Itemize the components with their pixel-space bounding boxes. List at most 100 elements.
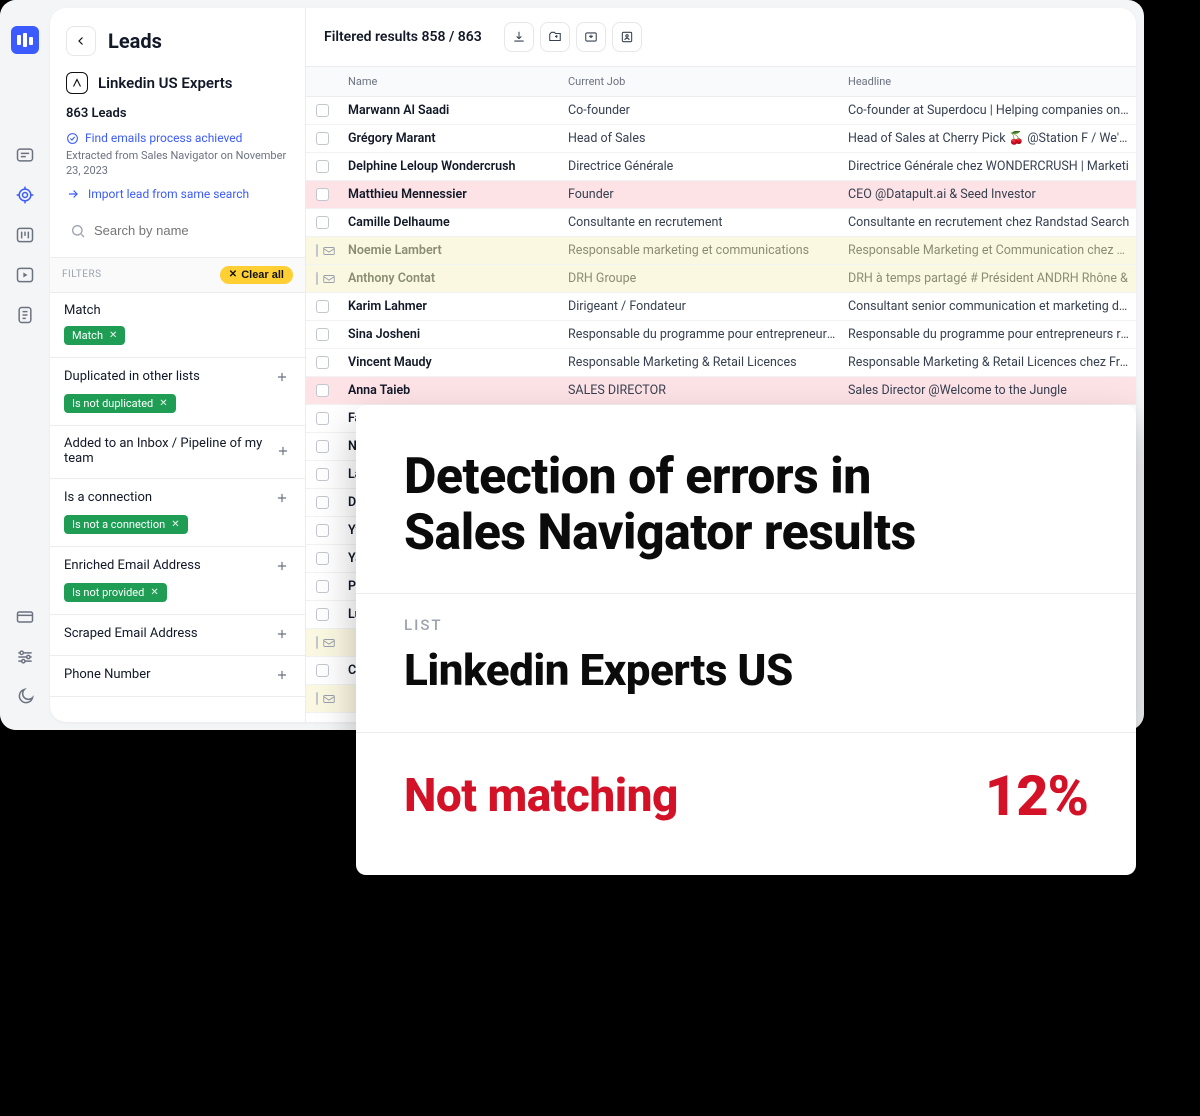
row-checkbox[interactable]: [316, 300, 329, 313]
chip-remove-icon[interactable]: ✕: [150, 587, 158, 598]
row-checkbox[interactable]: [316, 496, 329, 509]
add-filter-icon[interactable]: [273, 489, 291, 507]
import-link[interactable]: Import lead from same search: [50, 187, 305, 213]
cell-headline: CEO @Datapult.ai & Seed Investor: [842, 187, 1136, 202]
move-button[interactable]: [540, 22, 570, 52]
table-row[interactable]: Marwann Al SaadiCo-founderCo-founder at …: [306, 97, 1136, 125]
row-checkbox[interactable]: [316, 188, 329, 201]
envelope-icon: [322, 244, 336, 258]
cell-name: Karim Lahmer: [342, 299, 562, 314]
settings-icon[interactable]: [14, 646, 36, 668]
cell-job: Founder: [562, 187, 842, 202]
row-checkbox[interactable]: [316, 328, 329, 341]
cell-headline: Responsable Marketing et Communication c…: [842, 243, 1136, 258]
overlay-title: Detection of errors in Sales Navigator r…: [404, 449, 1088, 561]
table-row[interactable]: Anthony ContatDRH GroupeDRH à temps part…: [306, 265, 1136, 293]
table-row[interactable]: Grégory MarantHead of SalesHead of Sales…: [306, 125, 1136, 153]
play-icon[interactable]: [14, 264, 36, 286]
cell-name: Camille Delhaume: [342, 215, 562, 230]
add-filter-icon[interactable]: [273, 368, 291, 386]
cell-job: Dirigeant / Fondateur: [562, 299, 842, 314]
back-button[interactable]: [66, 26, 96, 56]
enrich-button[interactable]: [612, 22, 642, 52]
document-icon[interactable]: [14, 304, 36, 326]
table-row[interactable]: Delphine Leloup WondercrushDirectrice Gé…: [306, 153, 1136, 181]
download-button[interactable]: [504, 22, 534, 52]
row-checkbox[interactable]: [316, 412, 329, 425]
table-row[interactable]: Matthieu MennessierFounderCEO @Datapult.…: [306, 181, 1136, 209]
envelope-icon: [322, 272, 336, 286]
add-filter-icon[interactable]: [275, 442, 291, 460]
table-row[interactable]: Camille Delhaume Consultante en recruteme…: [306, 209, 1136, 237]
filter-title: Match: [64, 303, 101, 318]
th-headline[interactable]: Headline: [842, 67, 1136, 96]
process-status: Find emails process achieved: [50, 131, 305, 149]
process-status-text: Find emails process achieved: [85, 131, 242, 145]
add-filter-icon[interactable]: [273, 666, 291, 684]
row-checkbox[interactable]: [316, 524, 329, 537]
table-row[interactable]: Noemie LambertResponsable marketing et c…: [306, 237, 1136, 265]
row-checkbox[interactable]: [316, 216, 329, 229]
cell-job: Directrice Générale: [562, 159, 842, 174]
cell-name: Grégory Marant: [342, 131, 562, 146]
chip-remove-icon[interactable]: ✕: [159, 398, 167, 409]
row-checkbox[interactable]: [316, 160, 329, 173]
filter-group: Scraped Email Address: [50, 615, 305, 656]
row-checkbox[interactable]: [316, 244, 318, 257]
table-row[interactable]: Vincent MaudyResponsable Marketing & Ret…: [306, 349, 1136, 377]
clear-all-button[interactable]: ✕ Clear all: [220, 266, 293, 284]
row-checkbox[interactable]: [316, 132, 329, 145]
target-icon[interactable]: [14, 184, 36, 206]
nav-rail: [0, 0, 50, 730]
messages-icon[interactable]: [14, 144, 36, 166]
row-checkbox[interactable]: [316, 580, 329, 593]
billing-icon[interactable]: [14, 606, 36, 628]
row-checkbox[interactable]: [316, 608, 329, 621]
theme-icon[interactable]: [14, 686, 36, 708]
cell-headline: Consultante en recrutement chez Randstad…: [842, 215, 1136, 230]
search-box[interactable]: [62, 217, 293, 245]
cell-headline: Responsable Marketing & Retail Licences …: [842, 355, 1136, 370]
filter-title: Added to an Inbox / Pipeline of my team: [64, 436, 275, 466]
lead-count: 863 Leads: [50, 106, 305, 131]
page-title: Leads: [108, 29, 162, 53]
row-checkbox[interactable]: [316, 356, 329, 369]
cell-headline: Sales Director @Welcome to the Jungle: [842, 383, 1136, 398]
add-filter-icon[interactable]: [273, 625, 291, 643]
filter-title: Phone Number: [64, 667, 151, 682]
import-label: Import lead from same search: [88, 187, 249, 201]
board-icon[interactable]: [14, 224, 36, 246]
add-filter-icon[interactable]: [273, 557, 291, 575]
row-checkbox[interactable]: [316, 468, 329, 481]
table-row[interactable]: Sina JosheniResponsable du programme pou…: [306, 321, 1136, 349]
filter-group: Duplicated in other listsIs not duplicat…: [50, 358, 305, 426]
row-checkbox[interactable]: [316, 664, 329, 677]
row-checkbox[interactable]: [316, 272, 318, 285]
list-icon: [66, 72, 88, 94]
row-checkbox[interactable]: [316, 636, 318, 649]
th-job[interactable]: Current Job: [562, 67, 842, 96]
envelope-icon: [322, 636, 336, 650]
row-checkbox[interactable]: [316, 552, 329, 565]
search-input[interactable]: [94, 223, 285, 238]
chip-remove-icon[interactable]: ✕: [109, 330, 117, 341]
row-checkbox[interactable]: [316, 384, 329, 397]
inbox-button[interactable]: [576, 22, 606, 52]
row-checkbox[interactable]: [316, 104, 329, 117]
cell-name: Marwann Al Saadi: [342, 103, 562, 118]
app-logo[interactable]: [11, 26, 39, 54]
th-name[interactable]: Name: [342, 67, 562, 96]
cell-name: Matthieu Mennessier: [342, 187, 562, 202]
cell-name: Delphine Leloup Wondercrush: [342, 159, 562, 174]
table-row[interactable]: Karim LahmerDirigeant / FondateurConsult…: [306, 293, 1136, 321]
filter-chip[interactable]: Is not provided✕: [64, 583, 167, 602]
filter-chip[interactable]: Is not a connection✕: [64, 515, 188, 534]
filter-title: Scraped Email Address: [64, 626, 198, 641]
filter-chip[interactable]: Is not duplicated✕: [64, 394, 176, 413]
results-label: Filtered results 858 / 863: [324, 29, 482, 45]
row-checkbox[interactable]: [316, 440, 329, 453]
chip-remove-icon[interactable]: ✕: [171, 519, 179, 530]
table-row[interactable]: Anna TaiebSALES DIRECTORSales Director @…: [306, 377, 1136, 405]
row-checkbox[interactable]: [316, 692, 318, 705]
filter-chip[interactable]: Match✕: [64, 326, 125, 345]
